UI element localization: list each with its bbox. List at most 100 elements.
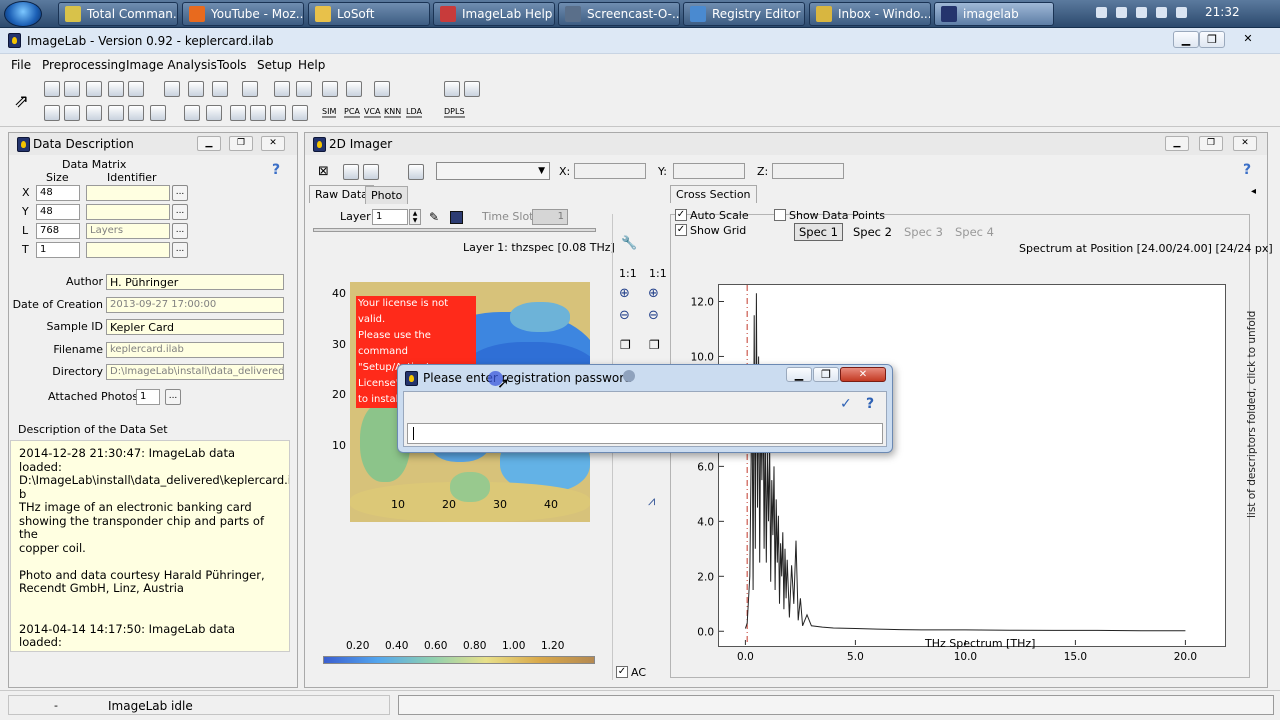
menu-preprocessing[interactable]: Preprocessing [42,58,126,72]
toolbar-icon[interactable] [274,81,290,97]
toolbar-icon[interactable] [108,81,124,97]
power-icon[interactable] [1156,7,1167,18]
panel-close-button[interactable]: ✕ [261,136,285,151]
dialog-close-button[interactable]: ✕ [840,367,886,382]
dim-browse-button[interactable]: ... [172,242,188,258]
pencil-icon[interactable]: ✎ [429,210,439,224]
dim-size-field[interactable]: 48 [36,204,80,220]
spec-2-button[interactable]: Spec 2 [849,224,896,240]
toolbar-icon[interactable] [128,105,144,121]
x-coord-field[interactable] [574,163,646,179]
toolbar-icon[interactable] [374,81,390,97]
dialog-maximize-button[interactable]: ❐ [813,367,839,382]
settings-wrench-icon[interactable]: 🔧 [621,236,637,251]
taskbar-item[interactable]: Registry Editor [683,2,805,26]
toolbar-icon[interactable] [292,105,308,121]
var-mode-icon[interactable] [363,164,379,180]
toolbar-icon[interactable] [346,81,362,97]
tab-photo[interactable]: Photo [365,186,409,204]
taskbar-item[interactable]: Screencast-O-... [558,2,680,26]
toolbar-method-button[interactable]: KNN [384,107,402,118]
field-value[interactable]: keplercard.ilab [106,341,284,358]
toolbar-icon[interactable] [108,105,124,121]
menu-help[interactable]: Help [298,58,325,72]
field-value[interactable]: 2013-09-27 17:00:00 [106,296,284,313]
play-layer-icon[interactable] [450,211,463,224]
dim-identifier-field[interactable]: Layers [86,223,170,239]
toolbar-icon[interactable] [464,81,480,97]
field-value[interactable]: Kepler Card [106,319,284,335]
layer-spinner[interactable]: 1 [372,209,408,225]
toolbar-icon[interactable] [64,81,80,97]
show-points-checkbox[interactable] [774,209,786,221]
collapse-arrow-icon[interactable]: ◂ [1251,186,1256,197]
spec-1-button[interactable]: Spec 1 [794,223,843,241]
spec-4-button[interactable]: Spec 4 [951,224,998,240]
imager-close-button[interactable]: ✕ [1233,136,1257,151]
descriptors-folded-text[interactable]: list of descriptors folded, click to unf… [1246,311,1258,518]
palette-icon[interactable] [408,164,424,180]
toolbar-icon[interactable] [296,81,312,97]
toolbar-icon[interactable] [64,105,80,121]
layer-spin-buttons[interactable]: ▲ ▼ [409,209,421,225]
toolbar-icon[interactable] [242,81,258,97]
attached-photos-browse-button[interactable]: ... [165,389,181,405]
field-value[interactable]: H. Pühringer [106,274,284,290]
maximize-button[interactable]: ❐ [1199,31,1225,48]
taskbar-item[interactable]: imagelab [934,2,1054,26]
dialog-help-button[interactable]: ? [866,396,874,412]
copy-plot-icon[interactable]: ❐ [649,338,660,352]
spectrum-plot-area[interactable] [718,284,1226,647]
toolbar-icon[interactable] [188,81,204,97]
menu-tools[interactable]: Tools [217,58,247,72]
toolbar-icon[interactable] [86,81,102,97]
zoom-in-plot-icon[interactable]: ⊕ [648,286,659,301]
clock[interactable]: 21:32 [1205,5,1240,19]
toolbar-icon[interactable] [230,105,246,121]
toolbar-method-button[interactable]: PCA [344,107,360,118]
panel-minimize-button[interactable]: ▁ [197,136,221,151]
dim-size-field[interactable]: 768 [36,223,80,239]
flag-icon[interactable] [1176,7,1187,18]
dim-identifier-field[interactable] [86,204,170,220]
toolbar-method-button[interactable]: LDA [406,107,422,118]
zoom-in-icon[interactable]: ⊕ [619,286,630,301]
z-coord-field[interactable] [772,163,844,179]
tab-cross-section[interactable]: Cross Section [670,185,757,203]
dim-identifier-field[interactable] [86,185,170,201]
toolbar-icon[interactable] [184,105,200,121]
dim-browse-button[interactable]: ... [172,204,188,220]
toolbar-icon[interactable] [206,105,222,121]
toolbar-icon[interactable] [270,105,286,121]
close-button[interactable]: ✕ [1235,31,1261,48]
network-icon[interactable] [1136,7,1147,18]
dialog-minimize-button[interactable]: ▁ [786,367,812,382]
dim-identifier-field[interactable] [86,242,170,258]
menu-setup[interactable]: Setup [257,58,292,72]
description-text[interactable]: 2014-12-28 21:30:47: ImageLab data loade… [10,440,290,652]
password-input[interactable] [407,423,883,444]
taskbar-item[interactable]: ImageLab Help [433,2,555,26]
panel-restore-button[interactable]: ❐ [229,136,253,151]
taskbar-item[interactable]: LoSoft [308,2,430,26]
volume-icon[interactable] [1116,7,1127,18]
zoom-out-icon[interactable]: ⊖ [619,308,630,323]
toolbar-icon[interactable] [250,105,266,121]
pointer-icon[interactable]: ⇗ [14,91,29,112]
toolbar-icon[interactable] [322,81,338,97]
spec-3-button[interactable]: Spec 3 [900,224,947,240]
zoom-ratio-right[interactable]: 1:1 [649,267,667,280]
layer-slider[interactable] [313,228,596,232]
zoom-out-plot-icon[interactable]: ⊖ [648,308,659,323]
close-image-icon[interactable]: ⊠ [318,164,329,179]
toolbar-method-button[interactable]: VCA [364,107,381,118]
peak-tool-icon[interactable]: ⩘ [648,494,655,509]
toolbar-icon[interactable] [44,105,60,121]
zoom-ratio-left[interactable]: 1:1 [619,267,637,280]
taskbar-item[interactable]: Inbox - Windo... [809,2,931,26]
dim-browse-button[interactable]: ... [172,185,188,201]
ac-checkbox[interactable]: ✓ [616,666,628,678]
y-coord-field[interactable] [673,163,745,179]
auto-scale-checkbox[interactable]: ✓ [675,209,687,221]
toolbar-icon[interactable] [164,81,180,97]
